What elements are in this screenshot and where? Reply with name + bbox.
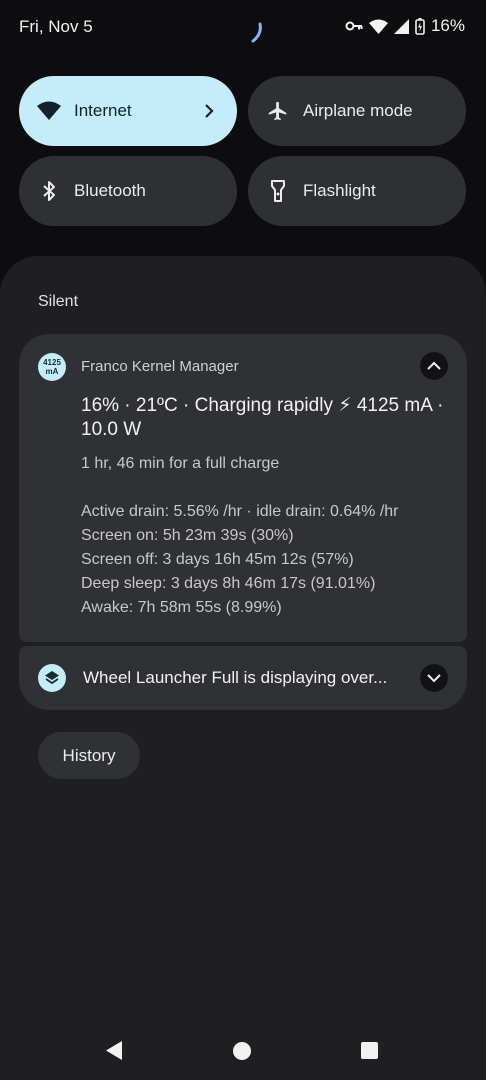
app-icon: 4125 mA [38, 353, 66, 381]
chevron-up-icon [427, 361, 441, 370]
tile-internet[interactable]: Internet [19, 76, 237, 146]
stat-line: Active drain: 5.56% /hr · idle drain: 0.… [81, 503, 399, 520]
vpn-key-icon [345, 21, 363, 31]
notification-title: 16% · 21ºC · Charging rapidly ⚡ 4125 mA … [81, 395, 444, 440]
back-icon[interactable] [105, 1040, 123, 1061]
tile-label: Bluetooth [74, 181, 146, 200]
tile-bluetooth[interactable]: Bluetooth [19, 156, 237, 226]
tile-airplane-mode[interactable]: Airplane mode [248, 76, 466, 146]
charge-time: 1 hr, 46 min for a full charge [81, 455, 280, 472]
app-icon-text: 4125 [43, 358, 61, 367]
expand-button[interactable] [420, 664, 448, 692]
app-icon-unit: mA [45, 367, 59, 376]
battery-charging-icon [415, 17, 425, 35]
history-button[interactable]: History [38, 732, 140, 779]
status-icons: 16% [345, 16, 465, 36]
cell-signal-icon [393, 18, 409, 34]
layers-icon [38, 664, 66, 692]
wifi-icon [37, 99, 61, 123]
overlay-text: Wheel Launcher Full is displaying over..… [83, 668, 388, 687]
status-date: Fri, Nov 5 [19, 17, 93, 36]
wifi-icon [368, 19, 388, 34]
battery-percent: 16% [430, 16, 465, 35]
recents-icon[interactable] [361, 1042, 378, 1059]
status-bar: Fri, Nov 5 16% [0, 0, 486, 56]
app-name: Franco Kernel Manager [81, 358, 239, 375]
flashlight-icon [266, 179, 290, 203]
overlay-notification[interactable]: Wheel Launcher Full is displaying over..… [19, 646, 467, 710]
chevron-right-icon [205, 104, 214, 118]
tile-label: Airplane mode [303, 101, 413, 120]
navigation-bar [0, 1030, 486, 1072]
airplane-icon [266, 99, 290, 123]
home-icon[interactable] [233, 1042, 251, 1060]
stat-line: Deep sleep: 3 days 8h 46m 17s (91.01%) [81, 575, 376, 592]
chevron-down-icon [427, 674, 441, 683]
kernel-manager-notification[interactable]: 4125 mA Franco Kernel Manager 16% · 21ºC… [19, 334, 467, 642]
tile-flashlight[interactable]: Flashlight [248, 156, 466, 226]
loading-spinner-icon [251, 22, 262, 43]
tile-label: Flashlight [303, 181, 376, 200]
section-label-silent: Silent [38, 293, 79, 310]
notification-body: 1 hr, 46 min for a full charge Active dr… [81, 452, 453, 620]
bluetooth-icon [37, 179, 61, 203]
stat-line: Awake: 7h 58m 55s (8.99%) [81, 599, 282, 616]
tile-label: Internet [74, 101, 132, 120]
collapse-button[interactable] [420, 352, 448, 380]
stat-line: Screen on: 5h 23m 39s (30%) [81, 527, 294, 544]
stat-line: Screen off: 3 days 16h 45m 12s (57%) [81, 551, 354, 568]
